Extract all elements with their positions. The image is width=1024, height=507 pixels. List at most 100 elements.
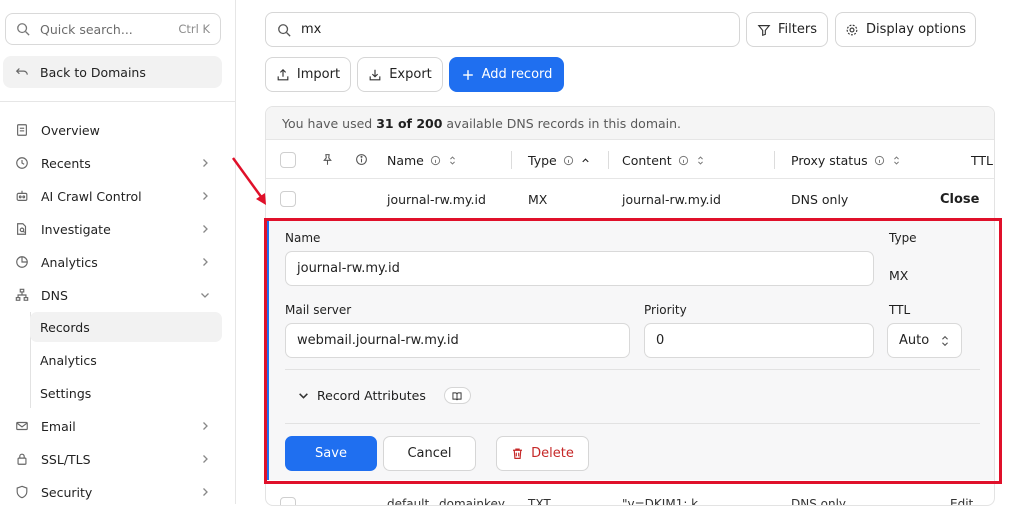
column-separator [774,151,775,169]
pin-icon[interactable] [321,153,334,166]
main-content: mx Filters Display options Import Export… [237,0,1024,506]
usage-prefix: You have used [282,115,377,131]
sidebar-item-email[interactable]: Email [3,411,222,441]
upload-icon [277,68,289,80]
sidebar-item-dns[interactable]: DNS [3,280,222,310]
sidebar-item-investigate[interactable]: Investigate [3,214,222,244]
row-name: journal-rw.my.id [387,191,486,207]
chevron-right-icon [203,225,208,233]
row-content: journal-rw.my.id [622,191,721,207]
save-button[interactable]: Save [285,436,377,471]
chevron-right-icon [203,159,208,167]
name-input[interactable]: journal-rw.my.id [285,251,874,286]
delete-button[interactable]: Delete [496,436,589,471]
plus-icon [462,69,473,80]
sidebar-item-overview[interactable]: Overview [3,115,222,145]
sidebar-subitem-settings[interactable]: Settings [30,378,222,408]
sidebar-item-recents[interactable]: Recents [3,148,222,178]
edit-row-button[interactable]: Edit [950,485,973,505]
info-icon [563,155,573,165]
column-separator [608,151,609,169]
column-ttl-label: TTL [971,152,994,168]
search-shortcut-hint: Ctrl K [178,22,210,36]
file-search-icon [17,223,27,235]
mail-icon [16,421,28,431]
chevron-right-icon [203,192,208,200]
sidebar-item-label: Analytics [41,254,98,270]
mail-server-input[interactable]: webmail.journal-rw.my.id [285,323,630,358]
row-content: "v=DKIM1; k [622,497,699,506]
column-content-label: Content [622,152,672,168]
records-search-input[interactable]: mx [265,12,740,47]
sort-icon [893,155,899,165]
sidebar-subitem-records[interactable]: Records [30,312,222,342]
record-attributes-toggle[interactable]: Record Attributes [298,387,471,404]
sort-icon [449,155,455,165]
trash-icon [513,448,523,459]
column-ttl[interactable]: TTL [971,141,993,179]
sidebar-divider [0,101,236,102]
download-icon [369,69,381,80]
row-checkbox[interactable] [280,497,296,505]
export-label: Export [389,67,432,82]
filters-button[interactable]: Filters [746,12,828,47]
ttl-select[interactable]: Auto [887,323,962,358]
name-field-label: Name [285,231,321,245]
ttl-select-value: Auto [899,333,930,348]
ttl-label: TTL [889,303,911,317]
display-options-button[interactable]: Display options [835,12,976,47]
gear-icon [846,24,858,35]
table-row[interactable]: journal-rw.my.id MX journal-rw.my.id DNS… [266,180,994,218]
column-type[interactable]: Type [528,141,591,179]
back-arrow-icon [15,68,28,75]
row-name: default._domainkey [387,497,505,506]
filters-label: Filters [778,22,817,37]
export-button[interactable]: Export [357,57,443,92]
import-label: Import [296,67,341,82]
docs-pill[interactable] [443,387,471,404]
cancel-button[interactable]: Cancel [383,436,476,471]
table-header: Name Type Content Proxy status TTL [266,141,994,179]
select-all-checkbox[interactable] [280,152,296,168]
sort-icon [697,155,703,165]
type-field-label: Type [889,231,917,245]
chevron-right-icon [203,488,208,496]
sidebar: Quick search... Ctrl K Back to Domains O… [0,0,236,504]
column-content[interactable]: Content [622,141,706,179]
sidebar-item-ai-crawl-control[interactable]: AI Crawl Control [3,181,222,211]
column-proxy-label: Proxy status [791,152,868,168]
row-checkbox[interactable] [280,191,296,207]
chevron-right-icon [203,422,208,430]
back-to-domains-button[interactable]: Back to Domains [3,56,222,88]
column-name[interactable]: Name [387,141,458,179]
priority-input[interactable]: 0 [644,323,874,358]
sidebar-item-label: AI Crawl Control [41,188,142,204]
sidebar-item-label: Email [41,418,76,434]
quick-search-input[interactable]: Quick search... Ctrl K [5,13,221,45]
editor-divider [285,369,980,370]
column-proxy-status[interactable]: Proxy status [791,141,902,179]
import-button[interactable]: Import [265,57,351,92]
sidebar-item-analytics[interactable]: Analytics [3,247,222,277]
type-value: MX [889,268,909,283]
row-type: TXT [528,497,551,506]
sidebar-item-security[interactable]: Security [3,477,222,507]
sidebar-item-label: Investigate [41,221,111,237]
select-arrows-icon [942,335,948,346]
dns-records-panel: You have used 31 of 200 available DNS re… [265,106,995,506]
sort-ascending-icon [582,157,589,162]
column-separator [511,151,512,169]
chevron-down-icon [201,293,209,298]
pie-chart-icon [16,256,28,268]
document-icon [17,124,27,136]
sidebar-item-ssl-tls[interactable]: SSL/TLS [3,444,222,474]
add-record-button[interactable]: Add record [449,57,564,92]
record-attributes-label: Record Attributes [317,388,426,403]
info-icon [430,155,440,165]
info-icon[interactable] [355,153,368,166]
sidebar-subitem-analytics[interactable]: Analytics [30,345,222,375]
sidebar-item-label: Overview [41,122,100,138]
close-row-button[interactable]: Close [940,180,979,218]
quick-search-placeholder: Quick search... [40,21,133,37]
sidebar-item-label: Recents [41,155,91,171]
